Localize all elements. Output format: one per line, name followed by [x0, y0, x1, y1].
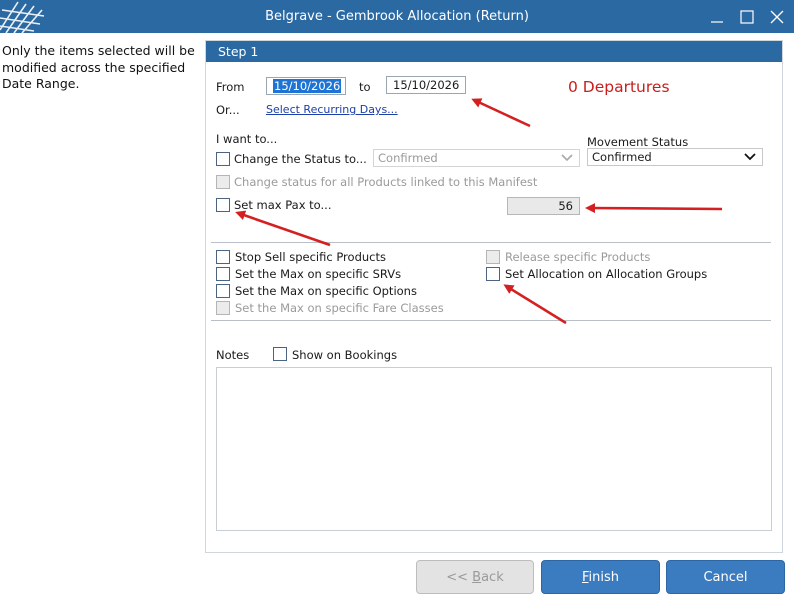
- change-linked-products-label: Change status for all Products linked to…: [234, 175, 538, 189]
- stop-sell-label: Stop Sell specific Products: [235, 250, 386, 264]
- release-products-label: Release specific Products: [505, 250, 651, 264]
- cancel-button[interactable]: Cancel: [666, 560, 785, 594]
- finish-button[interactable]: Finish: [541, 560, 660, 594]
- maximize-icon: [740, 10, 754, 24]
- set-max-pax-checkbox[interactable]: [216, 198, 230, 212]
- max-srvs-checkbox[interactable]: [216, 267, 230, 281]
- change-status-checkbox[interactable]: [216, 152, 230, 166]
- from-label: From: [216, 80, 245, 94]
- max-pax-input: 56: [507, 197, 580, 215]
- change-status-label: Change the Status to...: [234, 152, 367, 166]
- window-title: Belgrave - Gembrook Allocation (Return): [265, 9, 529, 24]
- notes-textarea[interactable]: [216, 367, 772, 531]
- max-srvs-label: Set the Max on specific SRVs: [235, 267, 402, 281]
- step-header: Step 1: [206, 41, 782, 62]
- minimize-icon: [711, 21, 723, 23]
- show-on-bookings-label: Show on Bookings: [292, 348, 398, 362]
- max-options-checkbox[interactable]: [216, 284, 230, 298]
- change-linked-products-checkbox: [216, 175, 230, 189]
- change-status-value: Confirmed: [378, 151, 438, 165]
- allocation-groups-checkbox[interactable]: [486, 267, 500, 281]
- to-label: to: [359, 80, 371, 94]
- to-date-input[interactable]: 15/10/2026: [386, 76, 466, 94]
- divider: [211, 242, 771, 243]
- step-panel: Step 1 From 15/10/2026 to 15/10/2026 0 D…: [205, 40, 783, 553]
- instructions-text: Only the items selected will be modified…: [2, 43, 195, 91]
- close-icon: [770, 10, 784, 24]
- chevron-down-icon: [561, 154, 573, 162]
- allocation-groups-label: Set Allocation on Allocation Groups: [505, 267, 708, 281]
- stop-sell-checkbox[interactable]: [216, 250, 230, 264]
- show-on-bookings-checkbox[interactable]: [273, 347, 287, 361]
- back-button-prefix: <<: [446, 570, 473, 585]
- movement-status-select[interactable]: Confirmed: [587, 148, 763, 166]
- notes-label: Notes: [216, 348, 250, 362]
- chevron-down-icon: [744, 153, 756, 161]
- departures-count: 0 Departures: [568, 78, 670, 96]
- maximize-button[interactable]: [732, 0, 762, 33]
- max-fare-classes-label: Set the Max on specific Fare Classes: [235, 301, 444, 315]
- max-options-label: Set the Max on specific Options: [235, 284, 417, 298]
- change-status-select: Confirmed: [373, 149, 580, 167]
- minimize-button[interactable]: [702, 0, 732, 33]
- i-want-to-label: I want to...: [216, 132, 278, 146]
- release-products-checkbox: [486, 250, 500, 264]
- back-button-key: B: [472, 570, 482, 585]
- movement-status-value: Confirmed: [592, 150, 652, 164]
- finish-button-rest: inish: [588, 570, 620, 585]
- from-date-input[interactable]: 15/10/2026: [266, 77, 346, 95]
- set-max-pax-label: Set max Pax to...: [234, 198, 332, 212]
- back-button[interactable]: << Back: [416, 560, 534, 594]
- from-date-value: 15/10/2026: [273, 79, 342, 93]
- close-button[interactable]: [762, 0, 792, 33]
- back-button-rest: ack: [481, 570, 504, 585]
- or-label: Or...: [216, 103, 240, 117]
- max-fare-classes-checkbox: [216, 301, 230, 315]
- title-bar: Belgrave - Gembrook Allocation (Return): [0, 0, 794, 34]
- divider: [211, 320, 771, 321]
- movement-status-label: Movement Status: [587, 135, 689, 149]
- select-recurring-days-link[interactable]: Select Recurring Days...: [266, 103, 398, 116]
